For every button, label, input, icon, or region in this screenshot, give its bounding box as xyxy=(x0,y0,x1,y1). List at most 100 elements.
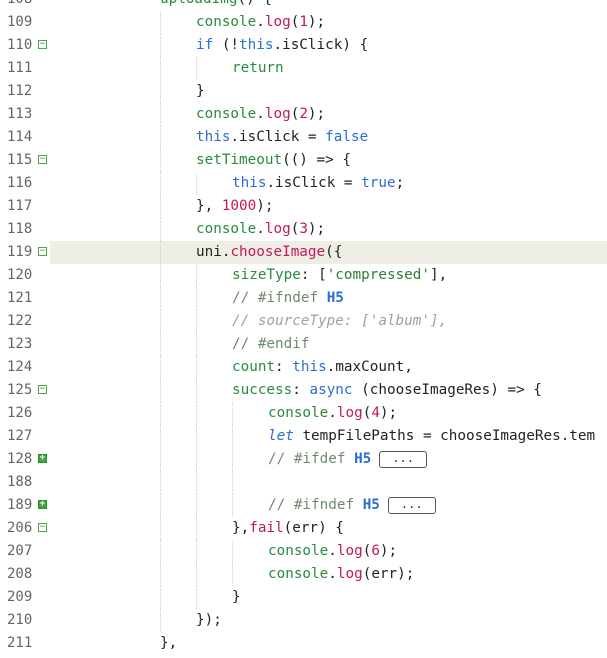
code-line[interactable]: 114 this.isClick = false xyxy=(0,126,607,149)
code-line[interactable]: 123 // #endif xyxy=(0,333,607,356)
code-text[interactable]: },fail(err) { xyxy=(232,517,344,540)
line-gutter: 119− xyxy=(0,241,50,264)
code-line[interactable]: 112} xyxy=(0,80,607,103)
code-text[interactable]: return xyxy=(232,57,284,80)
code-line[interactable]: 207 console.log(6); xyxy=(0,540,607,563)
code-text[interactable]: if (!this.isClick) { xyxy=(196,34,368,57)
code-text[interactable]: count: this.maxCount, xyxy=(232,356,413,379)
code-line[interactable]: 113 console.log(2); xyxy=(0,103,607,126)
collapsed-region-button[interactable]: ... xyxy=(387,496,436,514)
code-text[interactable]: } xyxy=(232,586,241,609)
code-text[interactable]: }, xyxy=(160,632,177,655)
code-line[interactable]: 110− if (!this.isClick) { xyxy=(0,34,607,57)
code-line[interactable]: 109 console.log(1); xyxy=(0,11,607,34)
plus-square-icon[interactable]: + xyxy=(38,454,47,463)
indent-guide xyxy=(160,448,161,471)
collapsed-region-button[interactable]: ... xyxy=(379,450,427,468)
code-text[interactable]: console.log(2); xyxy=(196,103,325,126)
line-number: 210 xyxy=(7,612,33,628)
line-gutter: 114 xyxy=(0,126,50,149)
line-number: 123 xyxy=(7,336,33,352)
indent-guide xyxy=(160,149,161,172)
minus-square-icon[interactable]: − xyxy=(38,523,47,532)
code-line[interactable]: 127 let tempFilePaths = chooseImageRes.te… xyxy=(0,425,607,448)
line-number: 127 xyxy=(7,428,33,444)
indent-guide xyxy=(196,563,197,586)
code-line[interactable]: 188 xyxy=(0,471,607,494)
line-gutter: 113 xyxy=(0,103,50,126)
minus-square-icon[interactable]: − xyxy=(38,155,47,164)
indent-guide xyxy=(196,287,197,310)
code-line[interactable]: 208 console.log(err); xyxy=(0,563,607,586)
code-text[interactable]: success: async (chooseImageRes) => { xyxy=(232,379,542,402)
code-line[interactable]: 125− success: async (chooseImageRes) => { xyxy=(0,379,607,402)
line-gutter: 189 + xyxy=(0,494,50,517)
code-editor[interactable]: 108uploadImg() {109console.log(1);110−if… xyxy=(0,0,607,658)
code-line[interactable]: 189 + // #ifndef H5... xyxy=(0,494,607,517)
line-gutter: 121 xyxy=(0,287,50,310)
code-line[interactable]: 206− },fail(err) { xyxy=(0,517,607,540)
current-code-line[interactable]: 119− uni.chooseImage({ xyxy=(0,241,607,264)
code-line[interactable]: 117}, 1000); xyxy=(0,195,607,218)
line-gutter: 108 xyxy=(0,0,50,11)
code-line[interactable]: 211}, xyxy=(0,632,607,655)
indent-guide xyxy=(160,356,161,379)
code-text[interactable]: // #endif xyxy=(232,333,309,356)
plus-square-icon[interactable]: + xyxy=(38,500,47,509)
line-gutter: 206− xyxy=(0,517,50,540)
line-gutter: 125− xyxy=(0,379,50,402)
indent-guide xyxy=(160,287,161,310)
indent-guide xyxy=(160,34,161,57)
code-text[interactable]: console.log(err); xyxy=(268,563,414,586)
code-text[interactable]: sizeType: ['compressed'], xyxy=(232,264,447,287)
indent-guide xyxy=(232,563,233,586)
line-number: 189 xyxy=(7,497,33,513)
code-line[interactable]: 128 + // #ifdef H5... xyxy=(0,448,607,471)
code-text[interactable]: this.isClick = true; xyxy=(232,172,404,195)
code-line[interactable]: 116 this.isClick = true; xyxy=(0,172,607,195)
code-line[interactable]: 121 // #ifndef H5 xyxy=(0,287,607,310)
code-line[interactable]: 209} xyxy=(0,586,607,609)
line-number: 110 xyxy=(7,37,33,53)
line-number: 116 xyxy=(7,175,33,191)
code-text[interactable]: uni.chooseImage({ xyxy=(196,241,342,264)
code-line[interactable]: 124 count: this.maxCount, xyxy=(0,356,607,379)
code-line[interactable]: 120 sizeType: ['compressed'], xyxy=(0,264,607,287)
line-number: 113 xyxy=(7,106,33,122)
line-gutter: 120 xyxy=(0,264,50,287)
minus-square-icon[interactable]: − xyxy=(38,385,47,394)
indent-guide xyxy=(160,126,161,149)
indent-guide xyxy=(196,172,197,195)
code-text[interactable]: console.log(3); xyxy=(196,218,325,241)
code-text[interactable]: setTimeout(() => { xyxy=(196,149,351,172)
line-gutter: 112 xyxy=(0,80,50,103)
code-line[interactable]: 118 console.log(3); xyxy=(0,218,607,241)
code-line[interactable]: 115− setTimeout(() => { xyxy=(0,149,607,172)
code-line[interactable]: 210}); xyxy=(0,609,607,632)
indent-guide xyxy=(160,195,161,218)
code-line[interactable]: 111 return xyxy=(0,57,607,80)
code-text[interactable]: this.isClick = false xyxy=(196,126,368,149)
code-text[interactable]: console.log(6); xyxy=(268,540,397,563)
code-line[interactable]: 126 console.log(4); xyxy=(0,402,607,425)
line-gutter: 110− xyxy=(0,34,50,57)
line-number: 111 xyxy=(7,60,33,76)
line-number: 122 xyxy=(7,313,33,329)
minus-square-icon[interactable]: − xyxy=(38,40,47,49)
code-text[interactable]: // sourceType: ['album'], xyxy=(232,310,447,333)
code-text[interactable]: // #ifdef H5... xyxy=(268,448,427,471)
code-text[interactable]: console.log(4); xyxy=(268,402,397,425)
code-text[interactable]: }, 1000); xyxy=(196,195,273,218)
minus-square-icon[interactable]: − xyxy=(38,247,47,256)
line-number: 108 xyxy=(7,0,32,11)
code-text[interactable]: uploadImg() { xyxy=(160,0,272,11)
code-text[interactable]: } xyxy=(196,80,205,103)
code-text[interactable]: // #ifndef H5 xyxy=(232,287,344,310)
code-text[interactable]: let tempFilePaths = chooseImageRes.tem xyxy=(268,425,595,448)
code-text[interactable]: console.log(1); xyxy=(196,11,325,34)
code-line[interactable]: 108 uploadImg() { xyxy=(0,0,607,11)
code-text[interactable]: // #ifndef H5... xyxy=(268,494,436,517)
code-line[interactable]: 122 // sourceType: ['album'], xyxy=(0,310,607,333)
indent-guide xyxy=(160,103,161,126)
code-text[interactable]: }); xyxy=(196,609,222,632)
